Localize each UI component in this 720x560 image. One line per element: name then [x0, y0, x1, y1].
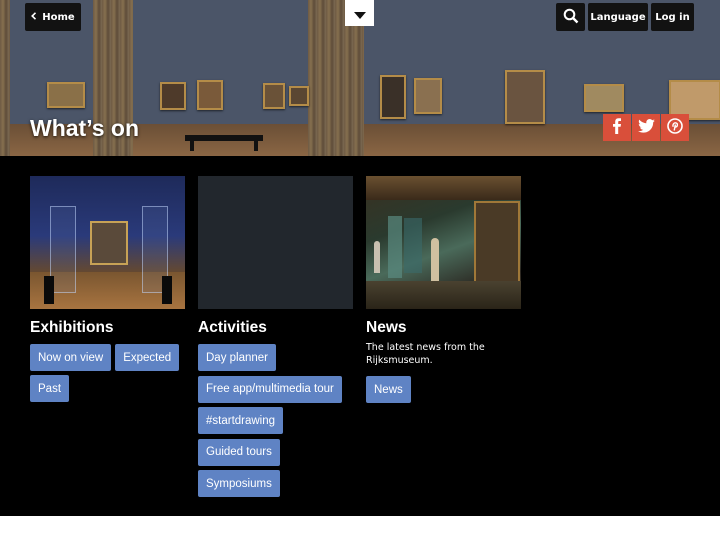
home-label: Home [42, 11, 75, 23]
gallery-pillar [0, 0, 10, 156]
news-section: News The latest news from the Rijksmuseu… [366, 176, 521, 403]
exhibitions-buttons: Now on view Expected Past [30, 344, 185, 402]
painting [289, 86, 309, 106]
multimedia-tour-button[interactable]: Free app/multimedia tour [198, 375, 342, 403]
news-button[interactable]: News [366, 376, 411, 403]
hall-ceiling [366, 176, 521, 200]
past-button[interactable]: Past [30, 375, 70, 402]
painting [505, 70, 545, 124]
search-button[interactable] [556, 3, 585, 31]
search-icon [563, 8, 579, 27]
symposiums-button[interactable]: Symposiums [198, 470, 280, 497]
expected-button[interactable]: Expected [115, 344, 180, 371]
caret-down-icon [353, 4, 366, 23]
home-button[interactable]: Home [25, 3, 81, 31]
news-title: News [366, 319, 407, 336]
exhibitions-image[interactable] [30, 176, 185, 309]
guided-tours-button[interactable]: Guided tours [198, 438, 280, 466]
day-planner-button[interactable]: Day planner [198, 344, 277, 371]
news-image[interactable] [366, 176, 521, 309]
hero-banner: Home Language Log in What’s on [0, 0, 720, 156]
painting [380, 75, 406, 119]
display-stand [162, 276, 172, 304]
painting [263, 83, 285, 109]
facebook-icon [611, 117, 623, 138]
gallery-bench-leg [254, 141, 258, 151]
gallery-bench [185, 135, 263, 141]
twitter-share-button[interactable] [632, 114, 660, 141]
hall-floor [366, 281, 521, 309]
page-title: What’s on [30, 115, 140, 141]
activities-image-placeholder[interactable] [198, 176, 353, 309]
gallery-bench-leg [190, 141, 194, 151]
twitter-icon [637, 118, 655, 137]
painting [160, 82, 186, 110]
chevron-left-icon [31, 11, 37, 23]
activities-section: Activities Day planner Free app/multimed… [198, 176, 353, 497]
exhibition-painting [90, 221, 128, 265]
news-description: The latest news from the Rijksmuseum. [366, 342, 485, 366]
painting [414, 78, 442, 114]
activities-buttons: Day planner Free app/multimedia tour #st… [198, 344, 353, 497]
now-on-view-button[interactable]: Now on view [30, 344, 112, 371]
visitor-figure [374, 241, 380, 273]
menu-dropdown-button[interactable] [345, 0, 374, 26]
pinterest-share-button[interactable] [661, 114, 689, 141]
login-button[interactable]: Log in [651, 3, 694, 31]
news-buttons: News [366, 376, 521, 403]
page: Home Language Log in What’s on Exhibitio… [0, 0, 720, 516]
painting [584, 84, 624, 112]
facebook-share-button[interactable] [603, 114, 631, 141]
language-label: Language [590, 11, 646, 23]
exhibitions-section: Exhibitions Now on view Expected Past [30, 176, 185, 402]
pinterest-icon [667, 117, 683, 138]
activities-title: Activities [198, 319, 267, 336]
painting [197, 80, 223, 110]
login-label: Log in [655, 11, 690, 23]
startdrawing-button[interactable]: #startdrawing [198, 407, 284, 434]
framed-painting [474, 201, 520, 293]
exhibitions-title: Exhibitions [30, 319, 114, 336]
display-panel [388, 216, 402, 278]
display-panel [404, 218, 422, 273]
display-stand [44, 276, 54, 304]
painting [47, 82, 85, 108]
language-button[interactable]: Language [588, 3, 648, 31]
